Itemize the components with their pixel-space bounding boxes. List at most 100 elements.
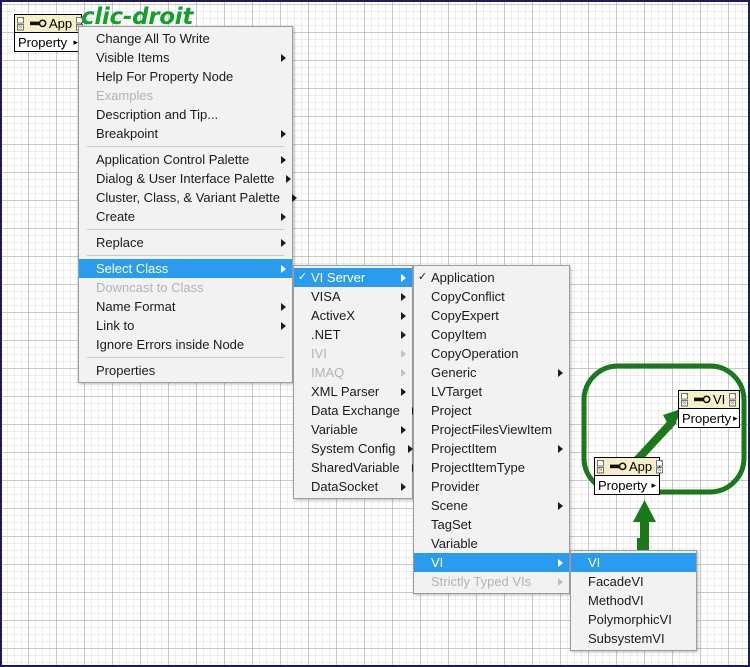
property-node-header: ?! App ?!	[595, 458, 664, 476]
menu-item[interactable]: ✓ Application	[414, 268, 569, 287]
menu-item[interactable]: ActiveX	[294, 306, 412, 325]
menu-item[interactable]: Variable	[414, 534, 569, 553]
select-class-submenu[interactable]: ✓ VI Server VISA ActiveX .NET IVI IMAQ XML Pars…	[293, 265, 417, 499]
svg-text:?!: ?!	[657, 468, 661, 474]
menu-item[interactable]: Scene	[414, 496, 569, 515]
menu-item-label: ProjectFilesViewItem	[431, 422, 553, 437]
menu-item: IVI	[294, 344, 412, 363]
menu-item[interactable]: CopyConflict	[414, 287, 569, 306]
submenu-arrow-icon	[281, 302, 286, 311]
menu-item[interactable]: DataSocket	[294, 477, 412, 496]
menu-item[interactable]: Variable	[294, 420, 412, 439]
menu-item-label: SharedVariable	[311, 460, 400, 475]
property-node-context-menu[interactable]: Change All To Write Visible Items Help For…	[78, 26, 298, 383]
submenu-arrow-icon	[401, 349, 406, 358]
menu-item[interactable]: SharedVariable	[294, 458, 417, 477]
menu-item[interactable]: Provider	[414, 477, 569, 496]
property-node-body[interactable]: Property ▸	[595, 476, 659, 494]
menu-item[interactable]: Description and Tip...	[79, 105, 292, 124]
menu-item-label: Strictly Typed VIs	[431, 574, 532, 589]
app-property-node-annotated[interactable]: ?! App ?! Property ▸	[594, 457, 664, 495]
menu-item[interactable]: Dialog & User Interface Palette	[79, 169, 292, 188]
menu-item[interactable]: PolymorphicVI	[571, 610, 696, 629]
menu-item[interactable]: MethodVI	[571, 591, 696, 610]
menu-item-label: TagSet	[431, 517, 472, 532]
menu-item-label: DataSocket	[311, 479, 379, 494]
menu-item-label: Link to	[96, 318, 135, 333]
menu-item-label: Create	[96, 209, 136, 224]
menu-item-label: FacadeVI	[588, 574, 644, 589]
menu-item[interactable]: CopyOperation	[414, 344, 569, 363]
menu-item[interactable]: Project	[414, 401, 569, 420]
property-expand-arrow-icon[interactable]: ▸	[651, 480, 656, 490]
menu-item[interactable]: CopyExpert	[414, 306, 569, 325]
menu-item[interactable]: ProjectFilesViewItem	[414, 420, 569, 439]
submenu-arrow-icon	[281, 238, 286, 247]
menu-item-label: System Config	[311, 441, 396, 456]
menu-item[interactable]: Select Class	[79, 259, 292, 278]
vi-server-submenu[interactable]: ✓ Application CopyConflict CopyExpert CopyIt…	[413, 265, 570, 594]
menu-item-label: Generic	[431, 365, 477, 380]
menu-item[interactable]: Replace	[79, 233, 292, 252]
menu-item-label: MethodVI	[588, 593, 644, 608]
app-property-node-topleft[interactable]: ?! App ?! Property ▸	[14, 14, 84, 52]
menu-item[interactable]: ✓ VI Server	[294, 268, 412, 287]
menu-item[interactable]: Ignore Errors inside Node	[79, 335, 292, 354]
svg-text:?!: ?!	[682, 401, 686, 407]
menu-item[interactable]: Create	[79, 207, 292, 226]
menu-item[interactable]: FacadeVI	[571, 572, 696, 591]
menu-item[interactable]: CopyItem	[414, 325, 569, 344]
menu-item[interactable]: Breakpoint	[79, 124, 292, 143]
menu-item[interactable]: Change All To Write	[79, 29, 292, 48]
property-node-body[interactable]: Property ▸	[15, 33, 81, 51]
terminal-icon-right: ?!	[727, 392, 738, 407]
menu-item: Downcast to Class	[79, 278, 292, 297]
menu-separator	[87, 229, 284, 230]
menu-item-label: XML Parser	[311, 384, 380, 399]
menu-item[interactable]: Link to	[79, 316, 292, 335]
menu-item-label: Description and Tip...	[96, 107, 219, 122]
menu-item[interactable]: .NET	[294, 325, 412, 344]
menu-item[interactable]: ProjectItem	[414, 439, 569, 458]
menu-item-label: LVTarget	[431, 384, 483, 399]
menu-item[interactable]: Generic	[414, 363, 569, 382]
property-node-body[interactable]: Property ▸	[679, 409, 739, 427]
menu-item[interactable]: XML Parser	[294, 382, 412, 401]
menu-item-label: CopyItem	[431, 327, 487, 342]
submenu-arrow-icon	[286, 174, 292, 183]
menu-item-label: Examples	[96, 88, 154, 103]
property-expand-arrow-icon[interactable]: ▸	[733, 413, 738, 423]
menu-item[interactable]: ProjectItemType	[414, 458, 569, 477]
menu-item-label: Properties	[96, 363, 156, 378]
submenu-arrow-icon	[281, 155, 286, 164]
submenu-arrow-icon	[401, 273, 406, 282]
vi-submenu[interactable]: VI FacadeVI MethodVI PolymorphicVI Subsystem…	[570, 550, 697, 651]
menu-item[interactable]: SubsystemVI	[571, 629, 696, 648]
menu-item[interactable]: Help For Property Node	[79, 67, 292, 86]
menu-item[interactable]: Properties	[79, 361, 292, 380]
reference-class-label: App	[49, 16, 73, 31]
menu-item-label: CopyExpert	[431, 308, 499, 323]
reference-key-icon	[30, 19, 47, 28]
property-label: Property	[18, 34, 68, 50]
menu-separator	[87, 357, 284, 358]
svg-text:?!: ?!	[598, 468, 602, 474]
menu-item[interactable]: VISA	[294, 287, 412, 306]
menu-item[interactable]: TagSet	[414, 515, 569, 534]
menu-item[interactable]: System Config	[294, 439, 413, 458]
reference-label: App	[28, 17, 74, 30]
menu-item-label: SubsystemVI	[588, 631, 665, 646]
menu-item[interactable]: Visible Items	[79, 48, 292, 67]
reference-key-icon	[694, 395, 711, 404]
menu-item-label: IVI	[311, 346, 327, 361]
menu-item[interactable]: Cluster, Class, & Variant Palette	[79, 188, 298, 207]
terminal-icon-left: ?!	[17, 16, 28, 31]
vi-property-node-annotated[interactable]: ?! VI ?! Property ▸	[678, 390, 740, 428]
menu-item[interactable]: VI	[414, 553, 569, 572]
menu-item[interactable]: Name Format	[79, 297, 292, 316]
menu-item[interactable]: Application Control Palette	[79, 150, 292, 169]
menu-item[interactable]: VI	[571, 553, 696, 572]
menu-item[interactable]: LVTarget	[414, 382, 569, 401]
menu-item[interactable]: Data Exchange	[294, 401, 417, 420]
menu-item-label: Help For Property Node	[96, 69, 234, 84]
